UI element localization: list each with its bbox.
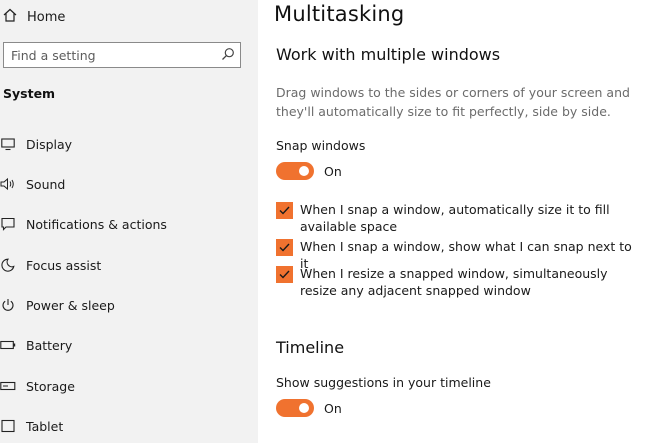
sidebar-item-label: Storage xyxy=(26,378,75,394)
sidebar-item-sound[interactable]: Sound xyxy=(0,172,258,196)
snap-windows-state: On xyxy=(324,163,342,179)
sidebar-item-label: Notifications & actions xyxy=(26,216,167,232)
section-heading-timeline: Timeline xyxy=(276,338,345,357)
sidebar-item-label: Focus assist xyxy=(26,257,102,273)
notification-icon xyxy=(0,216,16,232)
sidebar-item-power-sleep[interactable]: Power & sleep xyxy=(0,293,258,317)
checkmark-icon xyxy=(279,270,290,279)
storage-icon xyxy=(0,378,16,394)
snap-windows-toggle-row: On xyxy=(276,161,342,181)
timeline-suggestions-label: Show suggestions in your timeline xyxy=(276,375,491,390)
section-label-system: System xyxy=(3,86,56,101)
timeline-suggestions-toggle-row: On xyxy=(276,398,342,418)
power-icon xyxy=(0,297,16,313)
auto-size-checkbox[interactable] xyxy=(276,202,293,219)
sidebar-item-label: Battery xyxy=(26,337,73,353)
sidebar-item-label: Tablet xyxy=(26,418,64,434)
timeline-suggestions-toggle[interactable] xyxy=(276,399,314,417)
sidebar-item-label: Sound xyxy=(26,176,66,192)
auto-size-checkbox-label: When I snap a window, automatically size… xyxy=(300,202,610,234)
sidebar-item-storage[interactable]: Storage xyxy=(0,374,258,398)
settings-sidebar: Home System Display Sound Notifications … xyxy=(0,0,258,443)
sidebar-item-focus-assist[interactable]: Focus assist xyxy=(0,253,258,277)
search-icon[interactable] xyxy=(221,46,235,65)
settings-content: Multitasking Work with multiple windows … xyxy=(258,0,650,443)
sidebar-item-label: Power & sleep xyxy=(26,297,115,313)
checkmark-icon xyxy=(279,206,290,215)
sidebar-item-battery[interactable]: Battery xyxy=(0,333,258,357)
timeline-suggestions-state: On xyxy=(324,400,342,416)
snap-windows-label: Snap windows xyxy=(276,138,366,153)
sidebar-item-notifications[interactable]: Notifications & actions xyxy=(0,212,258,236)
section-description: Drag windows to the sides or corners of … xyxy=(276,85,630,119)
monitor-icon xyxy=(0,136,16,152)
home-label: Home xyxy=(27,9,66,25)
settings-search-box[interactable] xyxy=(3,42,241,68)
snap-assist-checkbox[interactable] xyxy=(276,239,293,256)
section-heading-multiple-windows: Work with multiple windows xyxy=(276,45,501,64)
speaker-icon xyxy=(0,176,16,192)
home-nav-item[interactable]: Home xyxy=(2,6,65,28)
checkbox-row-resize-adjacent: When I resize a snapped window, simultan… xyxy=(276,265,641,299)
sidebar-item-display[interactable]: Display xyxy=(0,132,258,156)
sidebar-item-tablet[interactable]: Tablet xyxy=(0,414,258,438)
tablet-icon xyxy=(0,418,16,434)
toggle-knob xyxy=(299,166,309,176)
home-icon xyxy=(2,7,18,27)
resize-adjacent-checkbox[interactable] xyxy=(276,266,293,283)
resize-adjacent-checkbox-label: When I resize a snapped window, simultan… xyxy=(300,266,608,298)
moon-icon xyxy=(0,257,16,273)
checkmark-icon xyxy=(279,243,290,252)
page-title: Multitasking xyxy=(274,2,405,26)
checkbox-row-auto-size: When I snap a window, automatically size… xyxy=(276,201,641,235)
snap-windows-toggle[interactable] xyxy=(276,162,314,180)
toggle-knob xyxy=(299,403,309,413)
sidebar-item-label: Display xyxy=(26,136,73,152)
battery-icon xyxy=(0,337,16,353)
search-input[interactable] xyxy=(11,47,206,63)
